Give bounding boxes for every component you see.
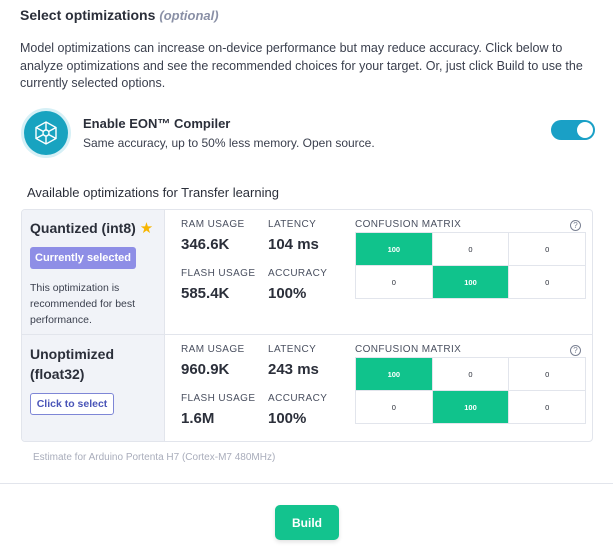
latency-value: 243 ms <box>268 361 319 378</box>
matrix-cell: 100 <box>431 265 510 299</box>
matrix-cell: 0 <box>508 390 586 424</box>
matrix-cell: 0 <box>508 265 586 299</box>
matrix-cell: 100 <box>355 232 433 266</box>
confusion-matrix: 100 0 0 0 100 0 <box>355 232 586 299</box>
optional-label: (optional) <box>159 8 219 23</box>
model-name-line2: (float32) <box>30 366 85 382</box>
matrix-cell: 100 <box>355 357 433 391</box>
matrix-cell: 0 <box>431 232 510 266</box>
eon-compiler-title: Enable EON™ Compiler <box>83 116 231 131</box>
matrix-cell: 0 <box>355 390 433 424</box>
optimization-summary: Quantized (int8) ★ Currently selected Thi… <box>22 210 165 335</box>
available-optimizations-title: Available optimizations for Transfer lea… <box>27 185 279 200</box>
eon-compiler-icon <box>24 111 68 155</box>
currently-selected-badge: Currently selected <box>30 247 136 269</box>
accuracy-value: 100% <box>268 285 307 302</box>
latency-label: LATENCY <box>268 344 317 355</box>
accuracy-value: 100% <box>268 410 307 427</box>
recommendation-note: This optimization is recommended for bes… <box>30 282 136 326</box>
matrix-cell: 0 <box>355 265 433 299</box>
build-button[interactable]: Build <box>275 505 339 540</box>
flash-usage-value: 585.4K <box>181 285 230 302</box>
ram-usage-value: 960.9K <box>181 361 230 378</box>
toggle-knob <box>577 122 593 138</box>
model-name-text: Quantized (int8) <box>30 220 136 236</box>
eon-compiler-toggle[interactable] <box>551 120 595 140</box>
section-title-text: Select optimizations <box>20 7 156 23</box>
model-name: Quantized (int8) ★ <box>30 218 153 239</box>
optimizations-card: Quantized (int8) ★ Currently selected Thi… <box>21 209 593 442</box>
matrix-cell: 100 <box>431 390 510 424</box>
matrix-cell: 0 <box>508 232 586 266</box>
help-icon[interactable]: ? <box>570 345 581 356</box>
estimate-note: Estimate for Arduino Portenta H7 (Cortex… <box>33 452 276 463</box>
confusion-matrix: 100 0 0 0 100 0 <box>355 357 586 424</box>
optimization-row-quantized[interactable]: Quantized (int8) ★ Currently selected Thi… <box>22 210 592 335</box>
ram-usage-label: RAM USAGE <box>181 344 245 355</box>
optimization-row-unoptimized[interactable]: Unoptimized (float32) Click to select RA… <box>22 334 592 441</box>
accuracy-label: ACCURACY <box>268 393 328 404</box>
confusion-matrix-label: CONFUSION MATRIX <box>355 344 462 355</box>
section-title: Select optimizations (optional) <box>20 7 219 23</box>
confusion-matrix-label: CONFUSION MATRIX <box>355 219 462 230</box>
ram-usage-label: RAM USAGE <box>181 219 245 230</box>
star-icon: ★ <box>139 220 154 237</box>
eon-compiler-subtitle: Same accuracy, up to 50% less memory. Op… <box>83 136 375 150</box>
flash-usage-label: FLASH USAGE <box>181 393 256 404</box>
latency-value: 104 ms <box>268 236 319 253</box>
optimization-summary: Unoptimized (float32) Click to select <box>22 335 165 441</box>
latency-label: LATENCY <box>268 219 317 230</box>
model-name: Unoptimized (float32) <box>30 344 114 384</box>
click-to-select-button[interactable]: Click to select <box>30 393 114 415</box>
matrix-cell: 0 <box>431 357 510 391</box>
divider <box>0 483 613 484</box>
flash-usage-label: FLASH USAGE <box>181 268 256 279</box>
matrix-cell: 0 <box>508 357 586 391</box>
help-icon[interactable]: ? <box>570 220 581 231</box>
flash-usage-value: 1.6M <box>181 410 215 427</box>
accuracy-label: ACCURACY <box>268 268 328 279</box>
intro-text: Model optimizations can increase on-devi… <box>20 41 583 90</box>
ram-usage-value: 346.6K <box>181 236 230 253</box>
model-name-line1: Unoptimized <box>30 346 114 362</box>
